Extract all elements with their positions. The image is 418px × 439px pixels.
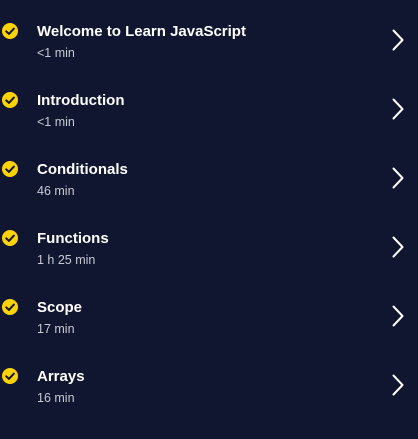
module-duration: 46 min: [37, 184, 75, 198]
module-item-functions[interactable]: Functions 1 h 25 min: [0, 207, 418, 276]
module-list: Welcome to Learn JavaScript <1 min Intro…: [0, 0, 418, 439]
chevron-right-icon[interactable]: [391, 304, 405, 328]
chevron-right-icon[interactable]: [391, 28, 405, 52]
module-item-scope[interactable]: Scope 17 min: [0, 276, 418, 345]
module-duration: 17 min: [37, 322, 75, 336]
check-circle-icon: [2, 23, 18, 39]
module-item-conditionals[interactable]: Conditionals 46 min: [0, 138, 418, 207]
module-duration: 1 h 25 min: [37, 253, 96, 267]
module-title: Conditionals: [37, 161, 128, 178]
check-circle-icon: [2, 368, 18, 384]
chevron-right-icon[interactable]: [391, 235, 405, 259]
check-circle-icon: [2, 230, 18, 246]
chevron-right-icon[interactable]: [391, 373, 405, 397]
module-title: Introduction: [37, 92, 125, 109]
module-duration: <1 min: [37, 46, 75, 60]
check-circle-icon: [2, 299, 18, 315]
chevron-right-icon[interactable]: [391, 97, 405, 121]
module-title: Scope: [37, 299, 83, 316]
module-title: Arrays: [37, 368, 85, 385]
check-circle-icon: [2, 92, 18, 108]
chevron-right-icon[interactable]: [391, 166, 405, 190]
check-circle-icon: [2, 161, 18, 177]
module-title: Welcome to Learn JavaScript: [37, 23, 246, 40]
module-item-welcome[interactable]: Welcome to Learn JavaScript <1 min: [0, 0, 418, 69]
module-duration: 16 min: [37, 391, 75, 405]
module-item-introduction[interactable]: Introduction <1 min: [0, 69, 418, 138]
module-title: Functions: [37, 230, 109, 247]
module-item-arrays[interactable]: Arrays 16 min: [0, 345, 418, 414]
module-duration: <1 min: [37, 115, 75, 129]
